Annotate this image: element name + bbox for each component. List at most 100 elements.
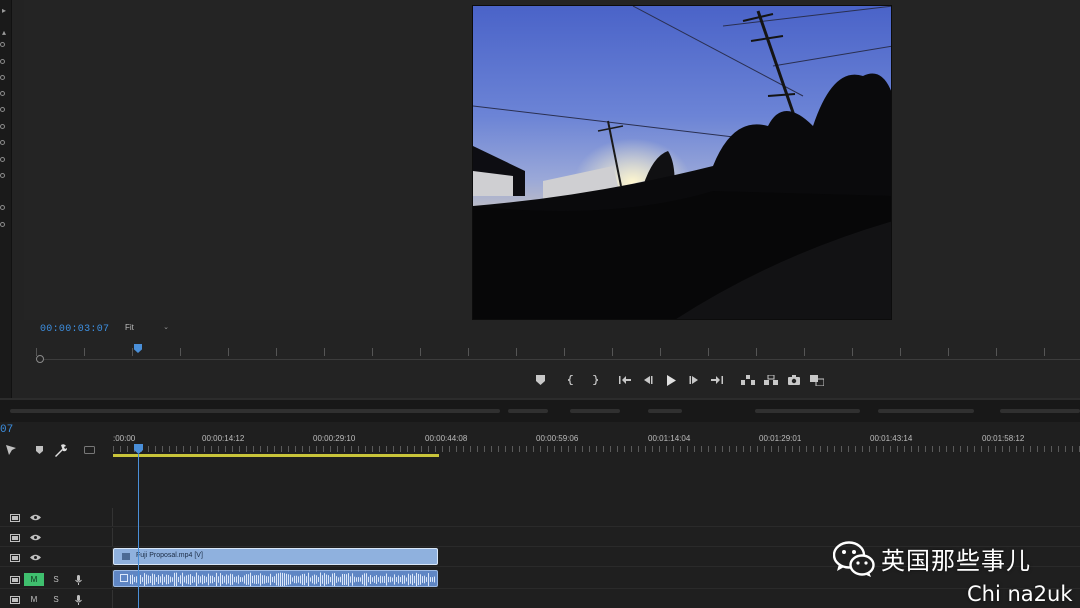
video-clip[interactable]: Fuji Proposal.mp4 [V]	[113, 548, 438, 565]
zoom-level-select[interactable]: Fit ⌄	[122, 323, 172, 336]
step-forward-button[interactable]	[684, 372, 704, 388]
toggle-dot-icon[interactable]	[0, 205, 5, 210]
export-frame-button[interactable]	[784, 372, 804, 388]
toggle-dot-icon[interactable]	[0, 107, 5, 112]
waveform-bar	[230, 573, 231, 586]
monitor-time-ruler[interactable]	[36, 344, 1080, 364]
waveform-bar	[180, 575, 181, 584]
waveform-bar	[314, 574, 315, 585]
waveform-bar	[208, 573, 209, 586]
film-icon[interactable]	[9, 551, 21, 564]
waveform-bar	[250, 572, 251, 586]
mute-button[interactable]: M	[24, 573, 44, 586]
lift-button[interactable]	[738, 372, 758, 388]
zoom-handle-icon[interactable]	[36, 355, 44, 363]
waveform-bar	[434, 576, 435, 583]
waveform-bar	[184, 576, 185, 583]
extract-button[interactable]	[761, 372, 781, 388]
sequence-playhead-line[interactable]	[138, 454, 139, 608]
go-to-out-button[interactable]	[707, 372, 727, 388]
toggle-dot-icon[interactable]	[0, 222, 5, 227]
waveform-bar	[316, 575, 317, 584]
mark-out-button[interactable]	[584, 372, 604, 388]
add-marker-button[interactable]	[28, 443, 50, 457]
mark-in-button[interactable]	[561, 372, 581, 388]
eye-icon[interactable]	[29, 511, 41, 524]
film-icon[interactable]	[9, 511, 21, 524]
waveform-bar	[194, 576, 195, 583]
eye-icon[interactable]	[29, 531, 41, 544]
toggle-dot-icon[interactable]	[0, 140, 5, 145]
toggle-dot-icon[interactable]	[0, 75, 5, 80]
clip-fx-icon	[122, 553, 130, 560]
captions-button[interactable]	[78, 443, 100, 457]
step-back-button[interactable]	[638, 372, 658, 388]
waveform-bar	[332, 573, 333, 586]
ruler-label: 00:01:14:04	[648, 434, 691, 443]
waveform-bar	[262, 575, 263, 584]
watermark-subtitle: Chi na2uk	[967, 582, 1073, 606]
waveform-bar	[394, 574, 395, 585]
toggle-dot-icon[interactable]	[0, 157, 5, 162]
mute-button[interactable]: M	[24, 593, 44, 606]
waveform-bar	[288, 574, 289, 585]
waveform-bar	[370, 575, 371, 584]
waveform-bar	[362, 574, 363, 585]
film-icon[interactable]	[9, 573, 21, 586]
waveform-bar	[368, 576, 369, 583]
program-monitor: ▸ ▴ 00:00:03:07 Fit ⌄	[0, 0, 1080, 398]
ruler-label: :00:00	[113, 434, 136, 443]
solo-button[interactable]: S	[50, 573, 62, 586]
waveform-bar	[176, 572, 177, 586]
add-marker-button[interactable]	[530, 372, 550, 388]
toggle-dot-icon[interactable]	[0, 173, 5, 178]
playhead-timecode[interactable]: 00:00:03:07	[40, 324, 109, 335]
waveform-bar	[344, 574, 345, 585]
film-icon[interactable]	[9, 531, 21, 544]
video-frame[interactable]	[472, 5, 892, 320]
play-button[interactable]	[661, 372, 681, 388]
watermark: 英国那些事儿 Chi na2uk	[833, 538, 1080, 608]
go-to-in-button[interactable]	[615, 372, 635, 388]
ruler-label: 00:00:29:10	[313, 434, 356, 443]
ruler-label: 00:00:44:08	[425, 434, 468, 443]
waveform-bar	[382, 576, 383, 583]
toggle-dot-icon[interactable]	[0, 91, 5, 96]
waveform-bar	[186, 575, 187, 584]
waveform-bar	[174, 572, 175, 586]
waveform-bar	[238, 575, 239, 584]
waveform-bar	[264, 575, 265, 584]
captions-icon	[83, 446, 95, 454]
nest-icon	[6, 445, 16, 455]
waveform-bar	[158, 575, 159, 584]
nest-toggle-button[interactable]	[0, 443, 22, 457]
waveform-bar	[148, 575, 149, 584]
solo-button[interactable]: S	[50, 593, 62, 606]
settings-wrench-button[interactable]	[50, 443, 72, 457]
waveform-bar	[168, 575, 169, 584]
blurred-tab	[508, 409, 548, 413]
waveform-bar	[246, 574, 247, 585]
microphone-icon[interactable]	[72, 573, 84, 586]
waveform-bar	[144, 573, 145, 586]
scroll-up-icon[interactable]: ▴	[2, 28, 6, 37]
toggle-dot-icon[interactable]	[0, 59, 5, 64]
waveform-bar	[386, 573, 387, 586]
film-icon[interactable]	[9, 593, 21, 606]
toggle-dot-icon[interactable]	[0, 42, 5, 47]
waveform-bar	[410, 575, 411, 584]
play-small-icon[interactable]: ▸	[2, 6, 6, 15]
comparison-view-button[interactable]	[807, 372, 827, 388]
work-area-bar[interactable]	[113, 454, 439, 457]
waveform-bar	[134, 576, 135, 583]
waveform-bar	[170, 576, 171, 583]
sequence-timecode[interactable]: 07	[0, 424, 13, 436]
toggle-dot-icon[interactable]	[0, 124, 5, 129]
waveform-bar	[282, 572, 283, 586]
waveform-bar	[306, 576, 307, 583]
microphone-icon[interactable]	[72, 593, 84, 606]
video-clip-label: Fuji Proposal.mp4 [V]	[136, 552, 203, 559]
audio-clip[interactable]	[113, 570, 438, 587]
eye-icon[interactable]	[29, 551, 41, 564]
track-area[interactable]	[112, 508, 1080, 526]
